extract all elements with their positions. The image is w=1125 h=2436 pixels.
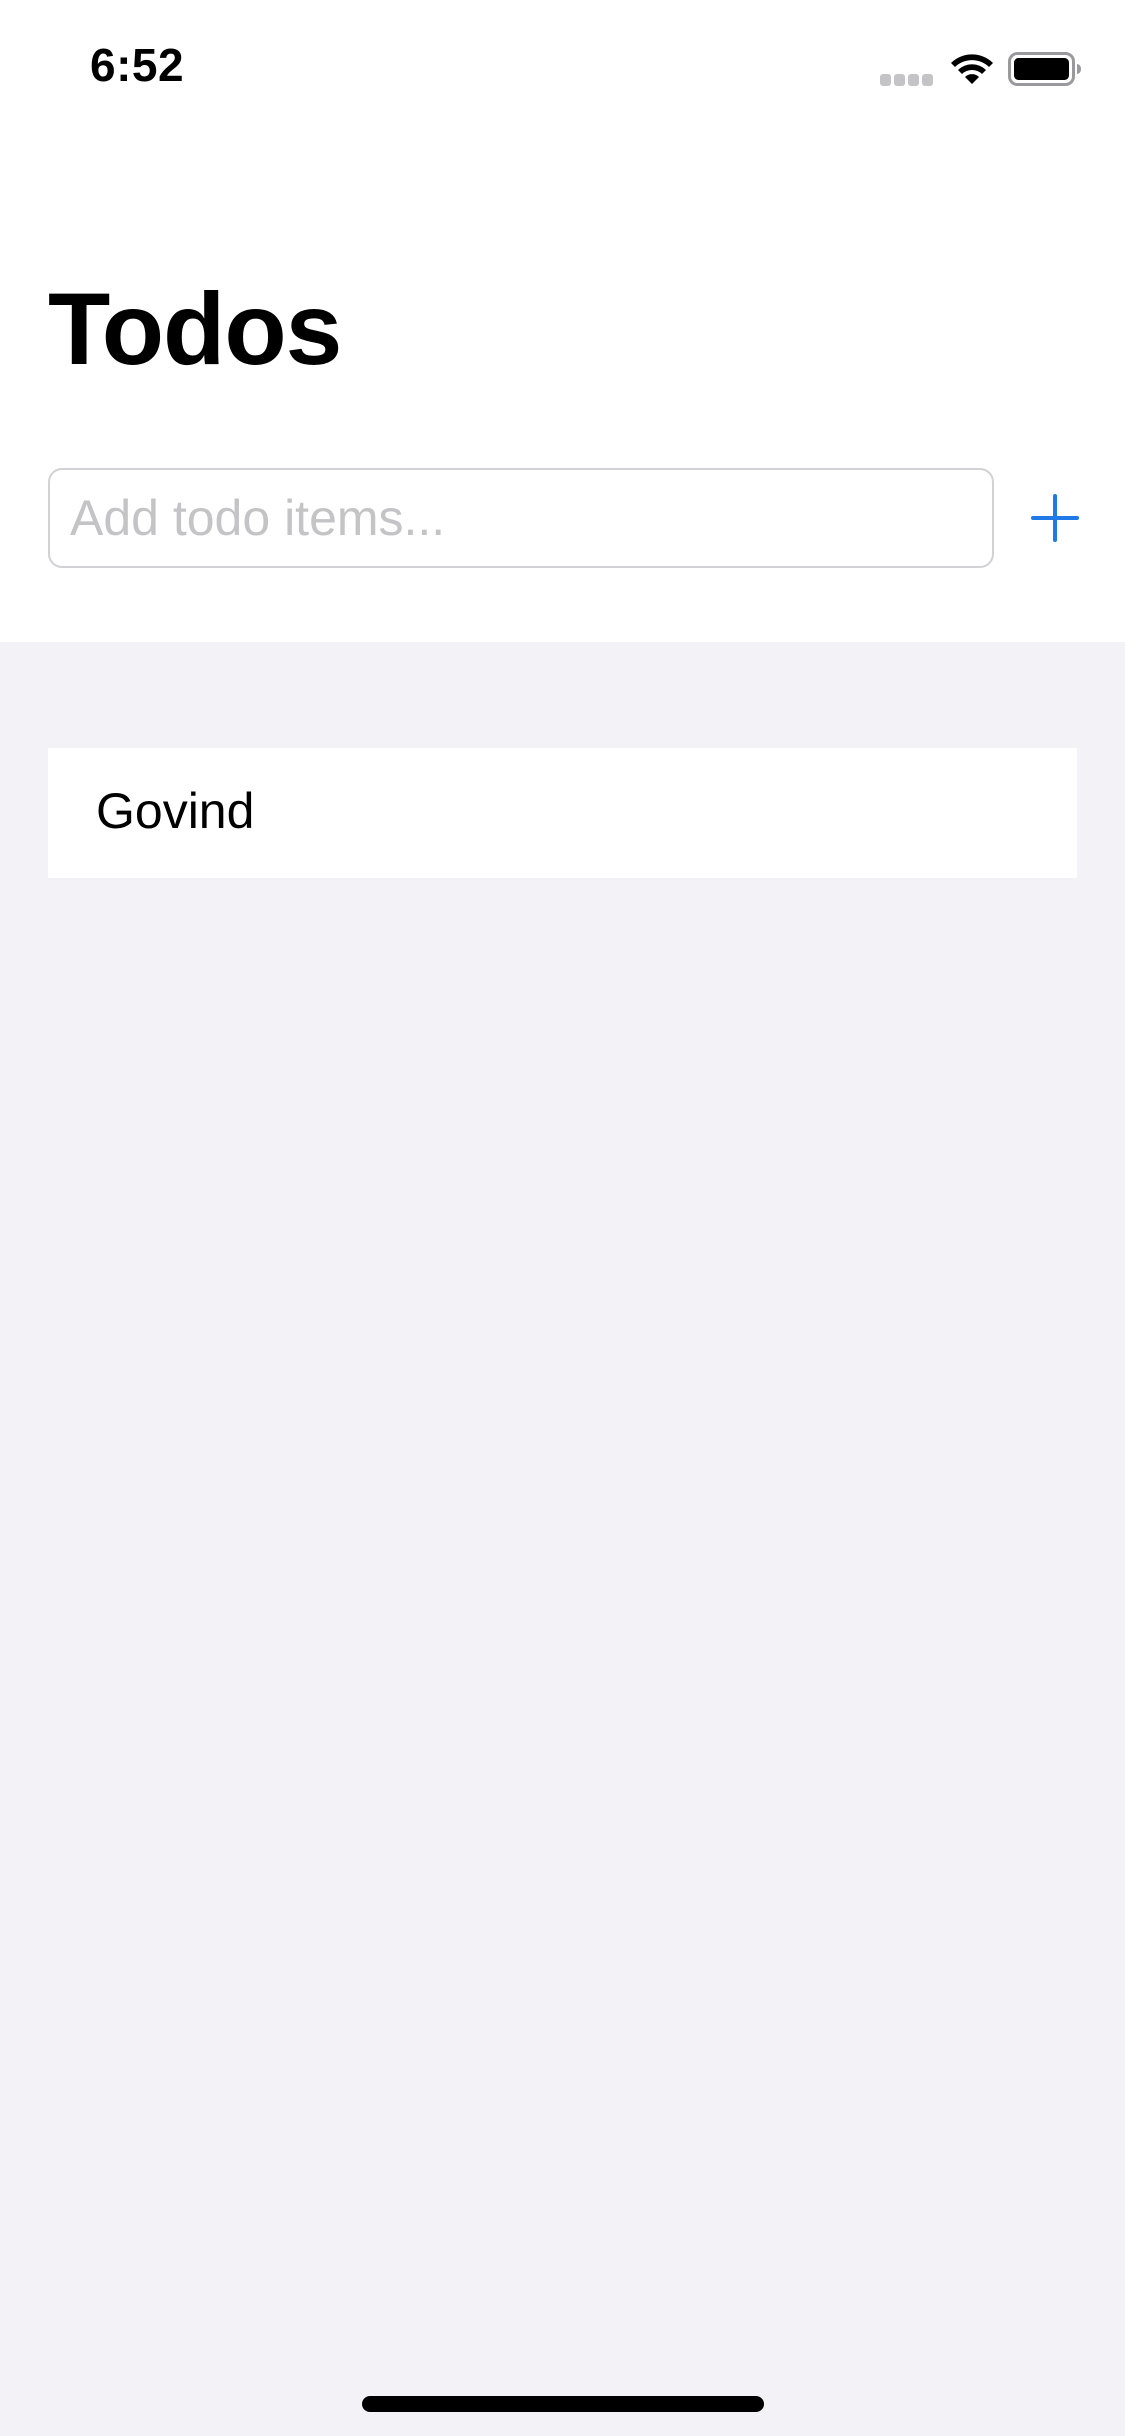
battery-icon [1008,52,1081,86]
list-item-label: Govind [96,783,255,839]
page-title: Todos [48,272,342,386]
home-indicator[interactable] [362,2396,764,2412]
list-item[interactable]: Govind [48,748,1077,878]
plus-icon[interactable] [1030,490,1080,546]
status-bar: 6:52 [0,0,1125,132]
add-todo-input[interactable] [48,468,994,568]
status-time: 6:52 [90,39,185,91]
wifi-icon [951,54,993,84]
signal-dots-icon [880,74,934,86]
